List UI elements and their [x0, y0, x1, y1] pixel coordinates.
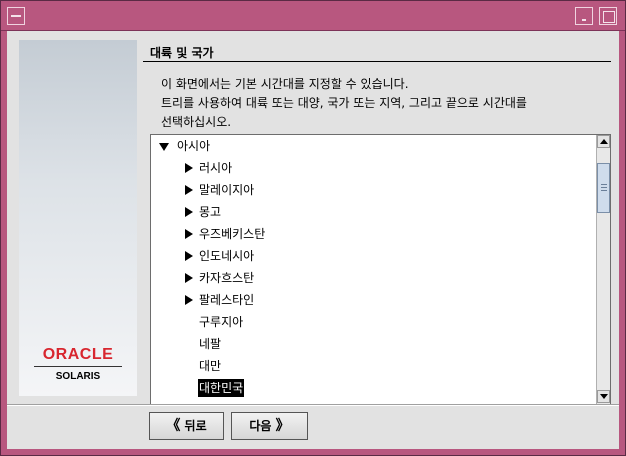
scroll-thumb[interactable]	[597, 163, 610, 213]
tree-leaf-label: 구루지아	[199, 315, 244, 329]
tree-node-label: 몽고	[199, 205, 222, 219]
scroll-up-arrow-icon[interactable]	[597, 135, 610, 148]
tree-leaf[interactable]: 구루지아	[199, 313, 319, 331]
tree-leaf-label: 대한민국	[198, 379, 245, 397]
branding-panel: ORACLE SOLARIS	[19, 40, 137, 396]
collapsed-arrow-icon[interactable]	[185, 163, 193, 173]
tree-node[interactable]: 인도네시아	[185, 247, 335, 265]
tree-leaf-selected[interactable]: 대한민국	[198, 379, 318, 397]
tree-node-label: 러시아	[199, 161, 233, 175]
collapsed-arrow-icon[interactable]	[185, 273, 193, 283]
tree-leaf-label: 대만	[199, 359, 222, 373]
back-button-label: 뒤로	[184, 419, 207, 433]
collapsed-arrow-icon[interactable]	[185, 207, 193, 217]
back-chevron-icon: 《	[166, 418, 181, 434]
tree-leaf[interactable]: 대만	[199, 357, 319, 375]
tree-scrollbar[interactable]	[596, 135, 610, 404]
tree-leaf-label: 네팔	[199, 337, 222, 351]
window-frame-bottom	[1, 449, 625, 455]
tree-node[interactable]: 말레이지아	[185, 181, 335, 199]
instructions: 이 화면에서는 기본 시간대를 지정할 수 있습니다. 트리를 사용하여 대륙 …	[161, 75, 527, 132]
installer-window: ORACLE SOLARIS 대륙 및 국가 이 화면에서는 기본 시간대를 지…	[0, 0, 626, 456]
collapsed-arrow-icon[interactable]	[185, 295, 193, 305]
collapsed-arrow-icon[interactable]	[185, 229, 193, 239]
oracle-wordmark: ORACLE	[42, 346, 114, 363]
window-menu-icon[interactable]	[7, 7, 25, 25]
tree-node[interactable]: 우즈베키스탄	[185, 225, 335, 243]
maximize-icon[interactable]	[599, 7, 617, 25]
tree-node-label: 인도네시아	[199, 249, 255, 263]
scroll-down-arrow-icon[interactable]	[597, 390, 610, 403]
page-title: 대륙 및 국가	[150, 46, 214, 60]
expanded-arrow-icon[interactable]	[159, 143, 169, 151]
tree-node-label: 말레이지아	[199, 183, 255, 197]
thumb-grip	[601, 184, 607, 185]
oracle-solaris-logo: ORACLE SOLARIS	[19, 346, 137, 382]
back-button[interactable]: 《 뒤로	[149, 412, 224, 440]
instructions-line-3: 선택하십시오.	[161, 115, 232, 129]
instructions-line-2: 트리를 사용하여 대륙 또는 대양, 국가 또는 지역, 그리고 끝으로 시간대…	[161, 96, 527, 110]
dialog-body: ORACLE SOLARIS 대륙 및 국가 이 화면에서는 기본 시간대를 지…	[7, 31, 619, 449]
tree-node[interactable]: 러시아	[185, 159, 335, 177]
timezone-tree[interactable]: 아시아 러시아 말레이지아 몽고 우즈베키스탄 인도네시아 카자흐스탄 팔레스타…	[150, 134, 611, 405]
title-divider	[143, 61, 611, 62]
thumb-grip	[601, 190, 607, 191]
solaris-wordmark: SOLARIS	[55, 371, 101, 382]
next-chevron-icon: 》	[275, 418, 290, 434]
tree-node-label: 카자흐스탄	[199, 271, 255, 285]
tree-node-label: 아시아	[177, 139, 211, 153]
minimize-icon[interactable]	[575, 7, 593, 25]
tree-leaf[interactable]: 네팔	[199, 335, 319, 353]
collapsed-arrow-icon[interactable]	[185, 251, 193, 261]
tree-node[interactable]: 카자흐스탄	[185, 269, 335, 287]
tree-node-label: 우즈베키스탄	[199, 227, 266, 241]
title-bar[interactable]	[1, 1, 625, 31]
instructions-line-1: 이 화면에서는 기본 시간대를 지정할 수 있습니다.	[161, 77, 409, 91]
tree-node[interactable]: 몽고	[185, 203, 335, 221]
thumb-grip	[601, 187, 607, 188]
tree-node-label: 팔레스타인	[199, 293, 255, 307]
next-button-label: 다음	[249, 419, 272, 433]
tree-node-root[interactable]: 아시아	[159, 137, 279, 155]
logo-divider	[34, 366, 122, 367]
collapsed-arrow-icon[interactable]	[185, 185, 193, 195]
window-frame-right	[619, 31, 625, 455]
next-button[interactable]: 다음 》	[231, 412, 308, 440]
footer-divider-highlight	[7, 405, 619, 406]
tree-node[interactable]: 팔레스타인	[185, 291, 335, 309]
